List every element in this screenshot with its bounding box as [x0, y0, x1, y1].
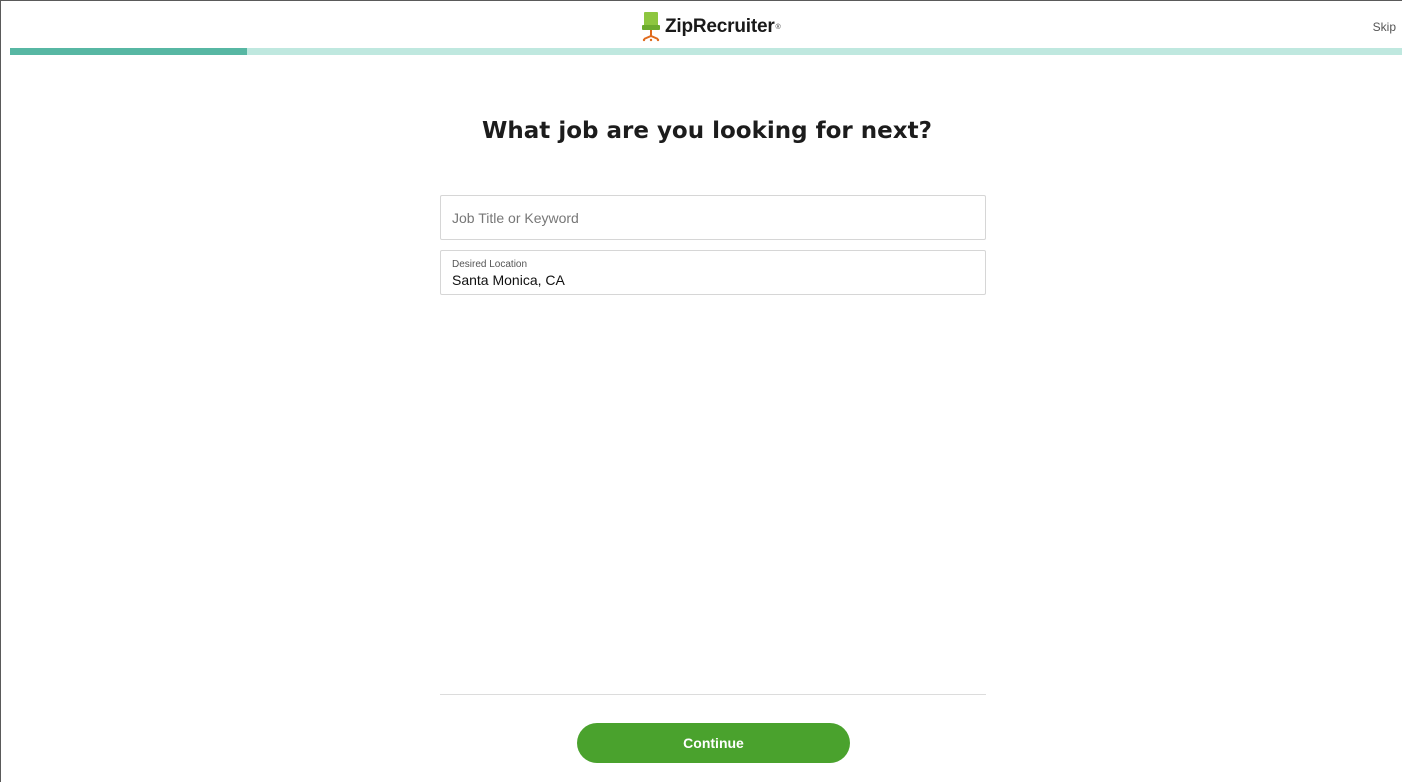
logo-registered-mark: ®: [775, 23, 781, 31]
progress-bar-fill: [10, 48, 247, 55]
divider: [440, 694, 986, 695]
continue-button[interactable]: Continue: [577, 723, 850, 763]
page-frame: ZipRecruiter ® Skip What job are you look…: [0, 0, 1402, 782]
page-title: What job are you looking for next?: [482, 118, 932, 144]
progress-bar: [10, 48, 1402, 55]
desired-location-label: Desired Location: [452, 259, 528, 270]
desired-location-input[interactable]: [452, 271, 972, 289]
ziprecruiter-logo[interactable]: ZipRecruiter ®: [641, 12, 781, 42]
job-title-input[interactable]: [452, 208, 972, 228]
skip-link[interactable]: Skip: [1373, 20, 1396, 34]
job-title-field[interactable]: [440, 195, 986, 240]
header: ZipRecruiter ® Skip: [1, 1, 1402, 48]
logo-text: ZipRecruiter: [665, 16, 775, 37]
office-chair-icon: [642, 12, 660, 42]
desired-location-field[interactable]: Desired Location: [440, 250, 986, 295]
